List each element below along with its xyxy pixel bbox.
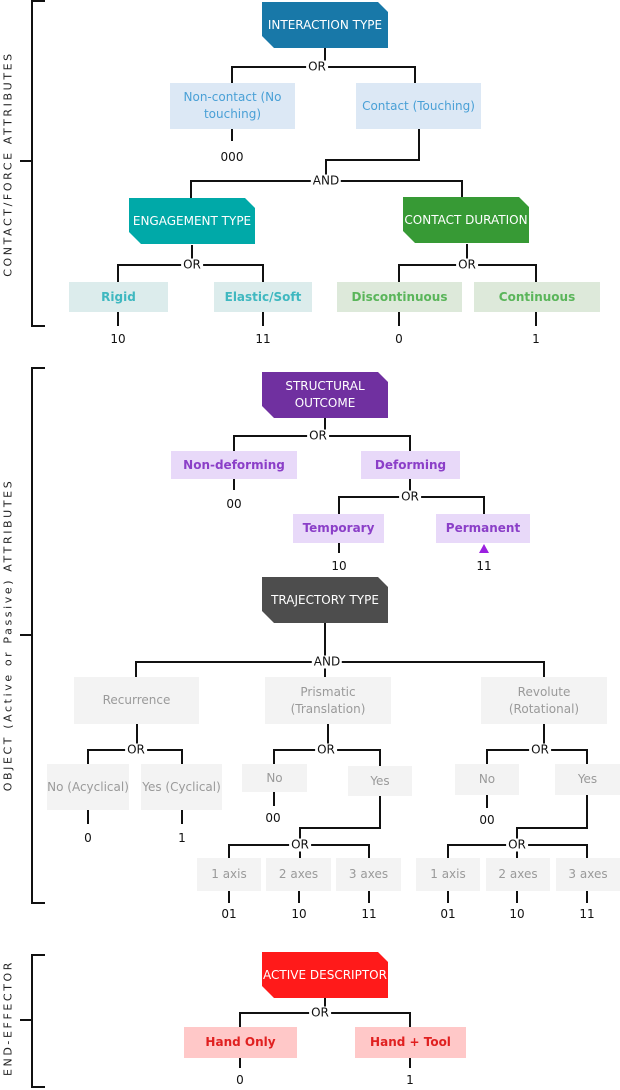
- or-operator: OR: [399, 489, 421, 504]
- cyclical-option: Yes (Cyclical): [141, 764, 222, 810]
- code: 10: [291, 907, 307, 921]
- revolute-1-axis: 1 axis: [416, 858, 480, 891]
- code: 10: [110, 332, 126, 346]
- code: 0: [236, 1073, 244, 1087]
- prismatic-2-axes: 2 axes: [266, 858, 331, 891]
- code: 0: [395, 332, 403, 346]
- structural-outcome-header: STRUCTURAL OUTCOME: [262, 372, 388, 418]
- prismatic-box: Prismatic (Translation): [265, 677, 391, 724]
- and-operator: AND: [311, 654, 343, 669]
- selected-marker-icon: [479, 544, 489, 553]
- code: 01: [221, 907, 237, 921]
- elastic-soft-option: Elastic/Soft: [214, 282, 312, 312]
- prismatic-3-axes: 3 axes: [336, 858, 401, 891]
- code: 00: [226, 497, 242, 511]
- prismatic-yes-option: Yes: [348, 766, 412, 796]
- or-operator: OR: [506, 837, 528, 852]
- prismatic-1-axis: 1 axis: [197, 858, 261, 891]
- contact-duration-header: CONTACT DURATION: [403, 197, 529, 243]
- revolute-yes-option: Yes: [555, 764, 620, 795]
- engagement-type-header: ENGAGEMENT TYPE: [129, 198, 255, 244]
- interaction-type-header: INTERACTION TYPE: [262, 2, 388, 48]
- code: 1: [532, 332, 540, 346]
- code: 00: [479, 813, 495, 827]
- trajectory-type-header: TRAJECTORY TYPE: [262, 577, 388, 623]
- prismatic-no-option: No: [242, 764, 307, 792]
- contact-option: Contact (Touching): [356, 83, 481, 129]
- or-operator: OR: [125, 742, 147, 757]
- code: 10: [509, 907, 525, 921]
- code: 1: [178, 831, 186, 845]
- rigid-option: Rigid: [69, 282, 168, 312]
- code: 00: [265, 811, 281, 825]
- hand-only-option: Hand Only: [184, 1027, 297, 1058]
- or-operator: OR: [309, 1005, 331, 1020]
- code: 1: [406, 1073, 414, 1087]
- or-operator: OR: [529, 742, 551, 757]
- code: 01: [440, 907, 456, 921]
- connector-lines: [20, 0, 588, 1088]
- code: 000: [220, 150, 244, 164]
- non-contact-option: Non-contact (No touching): [170, 83, 295, 129]
- code: 11: [579, 907, 595, 921]
- revolute-box: Revolute (Rotational): [481, 677, 607, 724]
- or-operator: OR: [315, 742, 337, 757]
- section-label-end-effector: END-EFFECTOR: [1, 959, 15, 1077]
- acyclical-option: No (Acyclical): [47, 764, 129, 810]
- or-operator: OR: [306, 59, 328, 74]
- or-operator: OR: [181, 257, 203, 272]
- discontinuous-option: Discontinuous: [337, 282, 462, 312]
- or-operator: OR: [307, 428, 329, 443]
- taxonomy-diagram: CONTACT/FORCE ATTRIBUTES OBJECT (Active …: [0, 0, 620, 1090]
- revolute-no-option: No: [455, 764, 519, 795]
- active-descriptor-header: ACTIVE DESCRIPTOR: [262, 952, 388, 998]
- deforming-option: Deforming: [361, 451, 460, 479]
- or-operator: OR: [456, 257, 478, 272]
- continuous-option: Continuous: [474, 282, 600, 312]
- recurrence-box: Recurrence: [74, 677, 199, 724]
- or-operator: OR: [289, 837, 311, 852]
- code: 11: [361, 907, 377, 921]
- section-label-object: OBJECT (Active or Passive) ATTRIBUTES: [1, 478, 15, 792]
- revolute-3-axes: 3 axes: [556, 858, 620, 891]
- code: 10: [331, 559, 347, 573]
- permanent-option: Permanent: [436, 514, 530, 543]
- and-operator: AND: [310, 173, 342, 188]
- temporary-option: Temporary: [293, 514, 384, 543]
- code: 11: [255, 332, 271, 346]
- code: 0: [84, 831, 92, 845]
- code: 11: [476, 559, 492, 573]
- non-deforming-option: Non-deforming: [171, 451, 297, 479]
- section-label-contact: CONTACT/FORCE ATTRIBUTES: [1, 51, 15, 277]
- hand-tool-option: Hand + Tool: [355, 1027, 466, 1058]
- revolute-2-axes: 2 axes: [486, 858, 550, 891]
